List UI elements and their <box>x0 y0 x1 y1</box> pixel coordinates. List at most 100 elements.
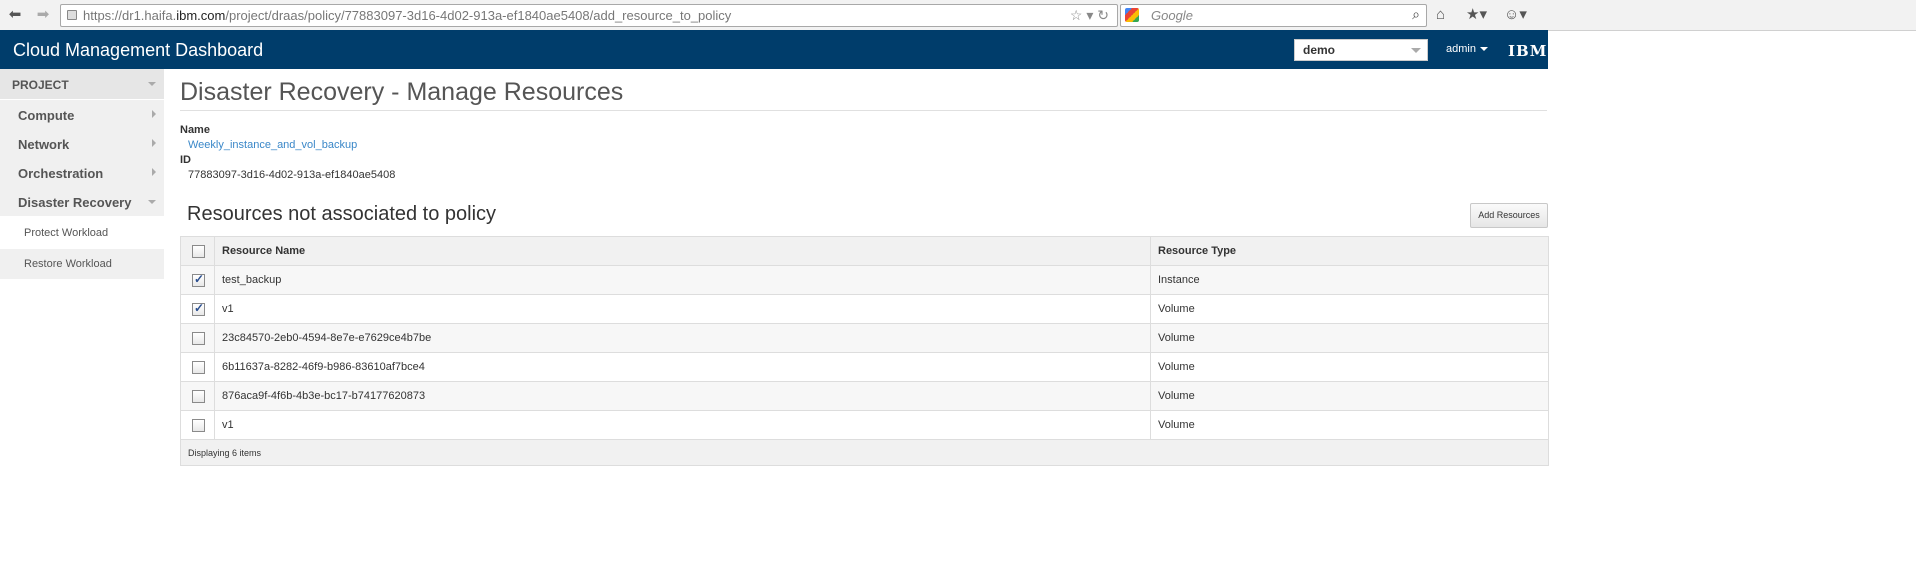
sidebar-subitem-restore-workload[interactable]: Restore Workload <box>0 249 164 279</box>
search-icon[interactable]: ⌕ <box>1412 6 1420 23</box>
sidebar-item-network[interactable]: Network <box>0 129 164 158</box>
table-header-row: Resource Name Resource Type <box>181 237 1548 265</box>
user-name: admin <box>1446 43 1476 55</box>
resource-type-cell: Volume <box>1151 382 1548 410</box>
resource-type-cell: Volume <box>1151 353 1548 381</box>
header-checkbox-cell <box>181 237 215 265</box>
chevron-down-icon <box>1479 47 1488 52</box>
resource-name-cell: 6b11637a-8282-46f9-b986-83610af7bce4 <box>215 353 1151 381</box>
resource-type: Volume <box>1158 303 1195 315</box>
table-row[interactable]: 6b11637a-8282-46f9-b986-83610af7bce4 Vol… <box>181 352 1548 381</box>
row-checkbox-cell <box>181 353 215 381</box>
row-checkbox[interactable] <box>192 419 205 432</box>
row-checkbox[interactable] <box>192 332 205 345</box>
chevron-right-icon <box>152 139 156 147</box>
user-menu[interactable]: admin <box>1446 43 1488 55</box>
resource-name-cell: v1 <box>215 411 1151 439</box>
row-checkbox-cell <box>181 266 215 294</box>
row-checkbox[interactable] <box>192 390 205 403</box>
sidebar-item-orchestration[interactable]: Orchestration <box>0 158 164 187</box>
url-actions: ☆ ▾ ↻ <box>1070 7 1109 24</box>
sidebar-item-compute[interactable]: Compute <box>0 100 164 129</box>
resource-name: 23c84570-2eb0-4594-8e7e-e7629ce4b7be <box>222 332 432 344</box>
brand-title[interactable]: Cloud Management Dashboard <box>13 40 263 61</box>
back-arrow-icon[interactable]: ⬅ <box>6 6 24 24</box>
chevron-right-icon <box>152 110 156 118</box>
id-label: ID <box>180 154 191 166</box>
page-title: Disaster Recovery - Manage Resources <box>180 78 624 106</box>
sidebar-item-disaster-recovery[interactable]: Disaster Recovery <box>0 187 164 216</box>
addon-icon[interactable]: ☺▾ <box>1504 6 1527 24</box>
google-icon[interactable] <box>1125 8 1139 22</box>
sidebar-section-label: PROJECT <box>12 78 69 92</box>
reload-icon[interactable]: ↻ <box>1097 7 1109 23</box>
item-count: Displaying 6 items <box>188 448 262 458</box>
table-footer: Displaying 6 items <box>181 439 1548 465</box>
resource-type-cell: Volume <box>1151 295 1548 323</box>
id-value: 77883097-3d16-4d02-913a-ef1840ae5408 <box>188 169 396 181</box>
sidebar-subitem-label: Restore Workload <box>24 258 112 270</box>
lock-icon <box>67 10 77 20</box>
ibm-logo: IBM. <box>1508 42 1554 60</box>
add-resources-button[interactable]: Add Resources <box>1470 203 1548 228</box>
resource-type: Volume <box>1158 361 1195 373</box>
row-checkbox-cell <box>181 324 215 352</box>
project-select-value: demo <box>1303 43 1336 57</box>
table-row[interactable]: v1 Volume <box>181 410 1548 439</box>
resource-type-cell: Volume <box>1151 411 1548 439</box>
row-checkbox-cell <box>181 382 215 410</box>
resource-name-cell: 876aca9f-4f6b-4b3e-bc17-b74177620873 <box>215 382 1151 410</box>
resources-table: Resource Name Resource Type test_backup … <box>180 236 1549 466</box>
resource-name-cell: 23c84570-2eb0-4594-8e7e-e7629ce4b7be <box>215 324 1151 352</box>
name-label: Name <box>180 124 210 136</box>
name-value-link[interactable]: Weekly_instance_and_vol_backup <box>188 139 357 151</box>
resource-name-cell: test_backup <box>215 266 1151 294</box>
sidebar: PROJECT Compute Network Orchestration Di… <box>0 69 164 280</box>
sidebar-item-label: Network <box>18 137 70 152</box>
column-header-resource-name[interactable]: Resource Name <box>215 237 1151 265</box>
table-row[interactable]: test_backup Instance <box>181 265 1548 294</box>
browser-toolbar: ⬅ ➡ https://dr1.haifa.ibm.com/project/dr… <box>0 0 1916 31</box>
column-header-label: Resource Name <box>222 245 306 257</box>
chevron-right-icon <box>152 168 156 176</box>
resource-type: Instance <box>1158 274 1200 286</box>
sidebar-section-project[interactable]: PROJECT <box>0 69 164 99</box>
search-input[interactable]: Google <box>1151 8 1193 23</box>
resource-name: v1 <box>222 419 234 431</box>
resource-type: Volume <box>1158 390 1195 402</box>
resource-name: 6b11637a-8282-46f9-b986-83610af7bce4 <box>222 361 425 373</box>
bookmark-star-icon[interactable]: ☆ <box>1070 7 1083 23</box>
resource-name: v1 <box>222 303 234 315</box>
resource-name: 876aca9f-4f6b-4b3e-bc17-b74177620873 <box>222 390 426 402</box>
chevron-down-icon <box>148 82 156 86</box>
table-row[interactable]: v1 Volume <box>181 294 1548 323</box>
select-all-checkbox[interactable] <box>192 245 205 258</box>
resource-type-cell: Volume <box>1151 324 1548 352</box>
url-text[interactable]: https://dr1.haifa.ibm.com/project/draas/… <box>83 8 731 23</box>
chevron-down-icon <box>1411 48 1421 53</box>
sidebar-subitem-protect-workload[interactable]: Protect Workload <box>0 218 164 248</box>
table-row[interactable]: 23c84570-2eb0-4594-8e7e-e7629ce4b7be Vol… <box>181 323 1548 352</box>
sidebar-item-label: Orchestration <box>18 166 104 181</box>
dropdown-icon[interactable]: ▾ <box>1086 7 1093 23</box>
table-row[interactable]: 876aca9f-4f6b-4b3e-bc17-b74177620873 Vol… <box>181 381 1548 410</box>
row-checkbox[interactable] <box>192 361 205 374</box>
column-header-resource-type[interactable]: Resource Type <box>1151 237 1548 265</box>
sidebar-item-label: Compute <box>18 108 75 123</box>
resource-type: Volume <box>1158 419 1195 431</box>
search-bar[interactable]: Google ⌕ <box>1120 4 1427 27</box>
project-select[interactable]: demo <box>1294 39 1428 61</box>
resource-type: Volume <box>1158 332 1195 344</box>
forward-arrow-icon[interactable]: ➡ <box>34 6 52 24</box>
divider <box>180 110 1547 111</box>
home-icon[interactable]: ⌂ <box>1436 6 1445 24</box>
section-title: Resources not associated to policy <box>187 203 497 225</box>
sidebar-item-label: Disaster Recovery <box>18 195 132 210</box>
row-checkbox[interactable] <box>192 272 205 287</box>
sidebar-subitem-label: Protect Workload <box>24 227 109 239</box>
address-bar[interactable]: https://dr1.haifa.ibm.com/project/draas/… <box>60 4 1118 27</box>
row-checkbox[interactable] <box>192 301 205 316</box>
resource-name-cell: v1 <box>215 295 1151 323</box>
bookmarks-icon[interactable]: ★▾ <box>1466 6 1487 24</box>
row-checkbox-cell <box>181 295 215 323</box>
